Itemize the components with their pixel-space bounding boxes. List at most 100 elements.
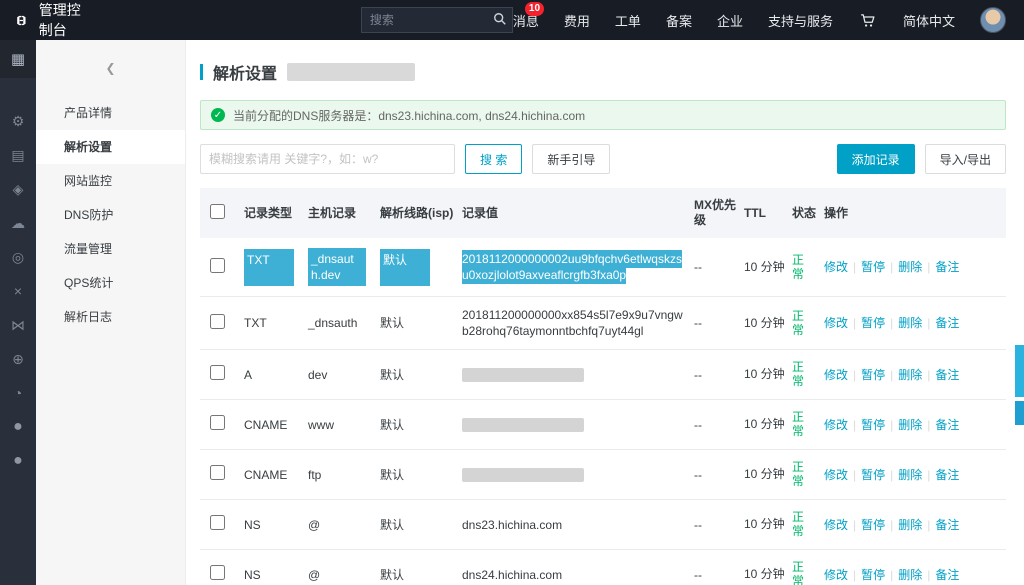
success-check-icon: ✓	[211, 108, 225, 122]
column-header: 操作	[820, 188, 1006, 238]
delete-link[interactable]: 删除	[898, 316, 922, 330]
resolve-line: 默认	[380, 467, 405, 482]
sidebar-item-traffic-manage[interactable]: 流量管理	[36, 232, 185, 266]
sidebar-item-dns-protection[interactable]: DNS防护	[36, 198, 185, 232]
modify-link[interactable]: 修改	[824, 468, 848, 482]
action-separator: |	[890, 367, 894, 382]
pause-link[interactable]: 暂停	[861, 260, 885, 274]
remark-link[interactable]: 备注	[935, 368, 959, 382]
topnav-item-tickets[interactable]: 工单	[615, 11, 641, 30]
pause-link[interactable]: 暂停	[861, 368, 885, 382]
sidebar-item-dns-settings[interactable]: 解析设置	[36, 130, 185, 164]
monitor-clock-icon[interactable]: ◔	[0, 376, 36, 410]
pause-link[interactable]: 暂停	[861, 418, 885, 432]
sidebar-item-resolve-logs[interactable]: 解析日志	[36, 300, 185, 334]
table-header-row: 记录类型 主机记录 解析线路(isp) 记录值 MX优先级 TTL 状态 操作	[200, 188, 1006, 238]
delete-link[interactable]: 删除	[898, 518, 922, 532]
network-nodes-icon[interactable]: ⋈	[0, 308, 36, 342]
modify-link[interactable]: 修改	[824, 418, 848, 432]
row-checkbox[interactable]	[210, 465, 225, 480]
ttl-value: 10 分钟	[744, 315, 785, 330]
pause-link[interactable]: 暂停	[861, 518, 885, 532]
remark-link[interactable]: 备注	[935, 418, 959, 432]
host-record: _dnsauth.dev	[308, 248, 366, 286]
topnav-item-billing[interactable]: 费用	[564, 11, 590, 30]
delete-link[interactable]: 删除	[898, 260, 922, 274]
ttl-value: 10 分钟	[744, 367, 785, 381]
remark-link[interactable]: 备注	[935, 518, 959, 532]
status-dot-icon[interactable]: ●	[0, 410, 36, 444]
topnav-item-messages[interactable]: 消息 10	[513, 1, 545, 30]
cloud-icon[interactable]: ☁	[0, 206, 36, 240]
delete-link[interactable]: 删除	[898, 468, 922, 482]
modify-link[interactable]: 修改	[824, 316, 848, 330]
feedback-tab[interactable]	[1015, 345, 1024, 397]
sidebar-item-product-detail[interactable]: 产品详情	[36, 96, 185, 130]
row-checkbox[interactable]	[210, 365, 225, 380]
topnav-item-enterprise[interactable]: 企业	[717, 11, 743, 30]
row-checkbox[interactable]	[210, 415, 225, 430]
cart-icon[interactable]	[858, 10, 878, 30]
remark-link[interactable]: 备注	[935, 568, 959, 582]
status-badge: 正常	[792, 252, 805, 281]
topnav-item-icp[interactable]: 备案	[666, 11, 692, 30]
search-button[interactable]: 搜 索	[465, 144, 523, 174]
status-dot2-icon[interactable]: ●	[0, 444, 36, 478]
fuzzy-search-input[interactable]	[200, 144, 455, 174]
record-value: dns23.hichina.com	[462, 517, 563, 532]
modify-link[interactable]: 修改	[824, 368, 848, 382]
topnav-menu: 消息 10 费用 工单 备案 企业 支持与服务 简体中文	[513, 1, 1006, 33]
close-product-icon[interactable]: ×	[0, 274, 36, 308]
delete-link[interactable]: 删除	[898, 368, 922, 382]
apps-grid-icon[interactable]: ▦	[0, 40, 36, 78]
status-badge: 正常	[792, 410, 805, 438]
sidebar-collapse-icon[interactable]: ❮	[36, 40, 185, 96]
action-separator: |	[927, 517, 931, 532]
row-actions: 修改 | 暂停 | 删除 | 备注	[820, 449, 1006, 500]
redacted-record-value	[462, 367, 584, 382]
sidebar-item-qps-stats[interactable]: QPS统计	[36, 266, 185, 300]
pause-link[interactable]: 暂停	[861, 568, 885, 582]
delete-link[interactable]: 删除	[898, 418, 922, 432]
row-checkbox[interactable]	[210, 515, 225, 530]
global-search-input[interactable]	[360, 7, 513, 33]
mx-priority: --	[690, 549, 740, 585]
feedback-tab-secondary[interactable]	[1015, 401, 1024, 425]
language-switcher[interactable]: 简体中文	[903, 11, 955, 30]
delete-link[interactable]: 删除	[898, 568, 922, 582]
column-header: 解析线路(isp)	[376, 188, 458, 238]
mx-priority: --	[690, 349, 740, 400]
modify-link[interactable]: 修改	[824, 518, 848, 532]
row-checkbox[interactable]	[210, 313, 225, 329]
pause-link[interactable]: 暂停	[861, 468, 885, 482]
pause-link[interactable]: 暂停	[861, 316, 885, 330]
import-export-button[interactable]: 导入/导出	[924, 144, 1006, 174]
server-list-icon[interactable]: ▤	[0, 138, 36, 172]
status-badge: 正常	[792, 308, 805, 337]
action-separator: |	[853, 367, 857, 382]
gear-icon[interactable]: ⚙	[0, 104, 36, 138]
global-search	[360, 7, 513, 33]
select-all-checkbox[interactable]	[210, 203, 225, 219]
brand[interactable]: 管理控制台	[14, 0, 93, 40]
remark-link[interactable]: 备注	[935, 260, 959, 274]
remark-link[interactable]: 备注	[935, 468, 959, 482]
modify-link[interactable]: 修改	[824, 568, 848, 582]
beginner-guide-button[interactable]: 新手引导	[532, 144, 611, 174]
modify-link[interactable]: 修改	[824, 260, 848, 274]
add-record-button[interactable]: 添加记录	[836, 144, 915, 174]
globe-icon[interactable]: ⊕	[0, 342, 36, 376]
table-row: Adev 默认 -- 10 分钟 正常 修改 | 暂停 | 删除 | 备注	[200, 349, 1006, 400]
topnav-item-support[interactable]: 支持与服务	[768, 11, 833, 30]
page-title: 解析设置	[213, 66, 278, 83]
search-icon[interactable]	[493, 12, 507, 26]
status-badge: 正常	[792, 560, 805, 585]
row-checkbox[interactable]	[210, 565, 225, 580]
sidebar-item-site-monitor[interactable]: 网站监控	[36, 164, 185, 198]
remark-link[interactable]: 备注	[935, 316, 959, 330]
row-checkbox[interactable]	[210, 257, 225, 273]
avatar[interactable]	[980, 7, 1006, 33]
shield-icon[interactable]: ◈	[0, 172, 36, 206]
resolve-line: 默认	[380, 567, 405, 582]
storage-icon[interactable]: ◎	[0, 240, 36, 274]
